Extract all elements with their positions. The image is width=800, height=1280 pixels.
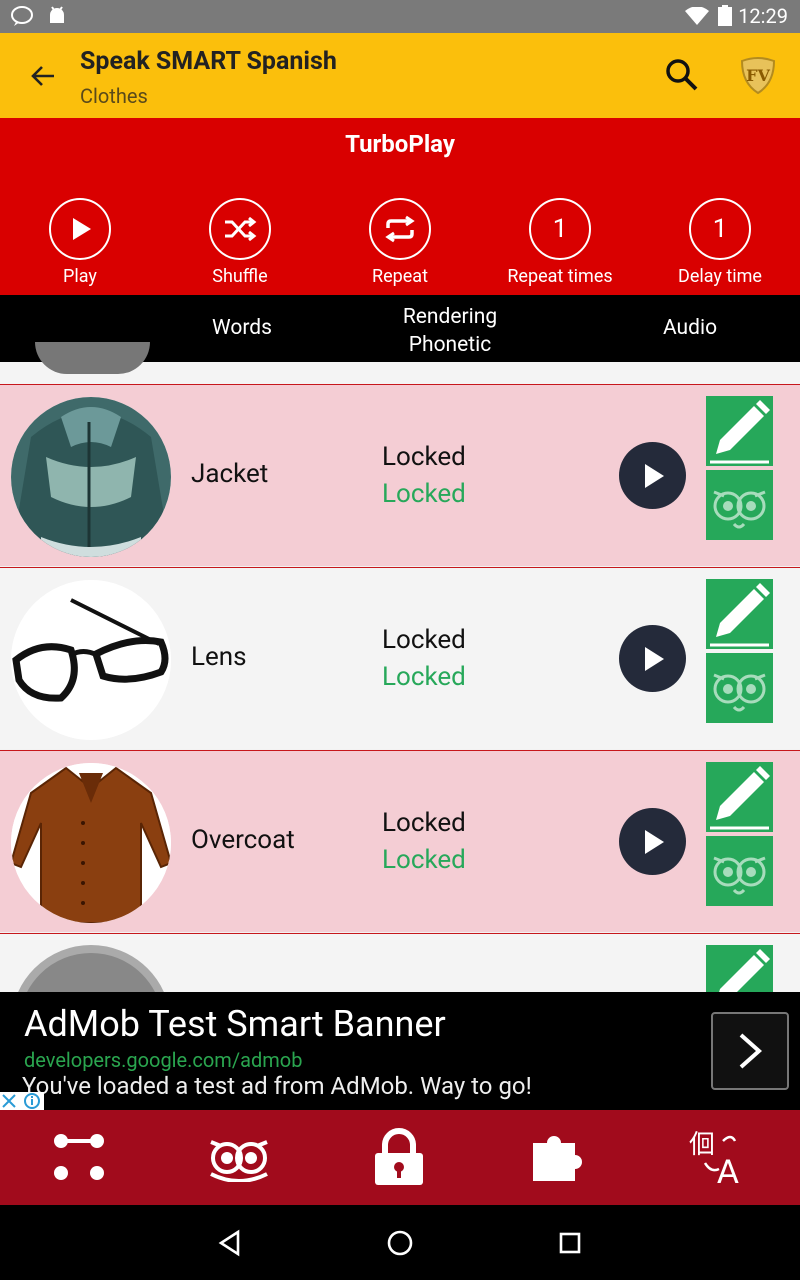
- wifi-icon: [685, 7, 709, 25]
- app-title: Speak SMART Spanish: [80, 47, 337, 76]
- play-icon: [644, 463, 664, 488]
- row-owl-button[interactable]: [706, 836, 773, 906]
- turbo-repeat-button[interactable]: Repeat: [320, 198, 480, 287]
- turbo-play-button[interactable]: Play: [0, 198, 160, 287]
- battery-icon: [718, 5, 732, 26]
- nav-lock-button[interactable]: [367, 1127, 431, 1187]
- back-icon[interactable]: [216, 1229, 244, 1257]
- svg-text:A: A: [717, 1153, 739, 1187]
- nodes-icon: [54, 1134, 104, 1180]
- chevron-right-icon: [739, 1033, 763, 1069]
- bottom-navigation: 佪 A: [0, 1110, 800, 1205]
- column-rendering-phonetic[interactable]: Rendering Phonetic: [370, 303, 530, 359]
- turbo-delay-time-button[interactable]: 1 Delay time: [640, 198, 800, 287]
- row-phonetic: Locked: [382, 479, 466, 509]
- row-edit-button[interactable]: [706, 762, 773, 832]
- shuffle-icon: [225, 216, 257, 242]
- status-bar: 12:29: [0, 0, 800, 33]
- notification-icon: [11, 6, 33, 26]
- row-owl-button[interactable]: [706, 653, 773, 723]
- jacket-image: [11, 397, 171, 557]
- recents-icon[interactable]: [556, 1229, 584, 1257]
- turboplay-panel: TurboPlay Play Shuffle Repeat 1 Repeat t…: [0, 118, 800, 295]
- row-play-button[interactable]: [619, 625, 686, 692]
- owl-icon: [713, 490, 766, 529]
- row-play-button[interactable]: [619, 442, 686, 509]
- overcoat-image: [11, 763, 171, 923]
- lens-image: [11, 580, 171, 740]
- row-owl-button[interactable]: [706, 470, 773, 540]
- clock: 12:29: [738, 4, 788, 28]
- owl-icon: [713, 673, 766, 712]
- android-debug-icon: [50, 6, 64, 23]
- column-audio[interactable]: Audio: [630, 316, 750, 340]
- ad-open-button[interactable]: [711, 1012, 789, 1090]
- row-word: Overcoat: [191, 825, 295, 855]
- app-bar: Speak SMART Spanish Clothes FV: [0, 33, 800, 118]
- repeat-times-value: 1: [529, 198, 591, 260]
- owl-icon: [713, 856, 766, 895]
- pencil-icon: [710, 583, 770, 647]
- row-phonetic: Locked: [382, 845, 466, 875]
- turbo-repeat-times-label: Repeat times: [507, 266, 613, 287]
- owl-icon: [210, 1140, 268, 1182]
- row-rendering: Locked: [382, 808, 466, 838]
- turbo-repeat-label: Repeat: [372, 266, 428, 287]
- row-rendering: Locked: [382, 625, 466, 655]
- repeat-icon: [385, 215, 415, 243]
- ad-url: developers.google.com/admob: [24, 1048, 303, 1072]
- list-item[interactable]: Jacket Locked Locked: [0, 384, 800, 566]
- pencil-icon: [710, 400, 770, 464]
- row-edit-button[interactable]: [706, 945, 773, 992]
- play-icon: [73, 218, 91, 240]
- column-words[interactable]: Words: [182, 316, 302, 340]
- turbo-repeat-times-button[interactable]: 1 Repeat times: [480, 198, 640, 287]
- nav-puzzle-button[interactable]: [527, 1127, 591, 1187]
- turbo-shuffle-label: Shuffle: [212, 266, 268, 287]
- ad-description: You've loaded a test ad from AdMob. Way …: [22, 1072, 532, 1100]
- row-play-button[interactable]: [619, 808, 686, 875]
- svg-text:佪: 佪: [689, 1130, 715, 1160]
- ad-close-icon: [2, 1093, 40, 1109]
- nav-translate-button[interactable]: 佪 A: [687, 1127, 751, 1187]
- play-icon: [644, 829, 664, 854]
- row-rendering: Locked: [382, 442, 466, 472]
- ad-title: AdMob Test Smart Banner: [24, 1003, 446, 1045]
- turbo-delay-time-label: Delay time: [678, 266, 762, 287]
- partial-thumbnail: [35, 342, 150, 374]
- premium-badge-icon[interactable]: FV: [738, 55, 778, 95]
- row-word: Jacket: [191, 459, 269, 489]
- pencil-icon: [719, 949, 770, 992]
- delay-time-value: 1: [689, 198, 751, 260]
- lock-icon: [375, 1128, 423, 1185]
- search-icon[interactable]: [664, 57, 700, 93]
- puzzle-icon: [533, 1136, 582, 1181]
- partial-thumbnail: [11, 945, 171, 992]
- nav-owl-button[interactable]: [207, 1127, 271, 1187]
- turboplay-title: TurboPlay: [345, 130, 455, 158]
- turbo-play-label: Play: [63, 266, 97, 287]
- ad-banner[interactable]: AdMob Test Smart Banner developers.googl…: [0, 992, 800, 1110]
- row-edit-button[interactable]: [706, 579, 773, 649]
- list-item[interactable]: Lens Locked Locked: [0, 567, 800, 749]
- list-item-partial-bottom: [0, 933, 800, 992]
- play-icon: [644, 646, 664, 671]
- nav-connect-button[interactable]: [47, 1127, 111, 1187]
- row-phonetic: Locked: [382, 662, 466, 692]
- pencil-icon: [710, 766, 770, 830]
- list-item-partial-top: [0, 342, 800, 384]
- row-word: Lens: [191, 642, 247, 672]
- list-item[interactable]: Overcoat Locked Locked: [0, 750, 800, 932]
- system-navigation-bar: [0, 1205, 800, 1280]
- translate-icon: 佪 A: [689, 1130, 739, 1187]
- svg-text:FV: FV: [746, 66, 770, 85]
- back-arrow-icon[interactable]: [30, 63, 56, 89]
- ad-choices[interactable]: [0, 1092, 44, 1110]
- turbo-shuffle-button[interactable]: Shuffle: [160, 198, 320, 287]
- app-subtitle: Clothes: [80, 84, 148, 108]
- row-edit-button[interactable]: [706, 396, 773, 466]
- home-icon[interactable]: [386, 1229, 414, 1257]
